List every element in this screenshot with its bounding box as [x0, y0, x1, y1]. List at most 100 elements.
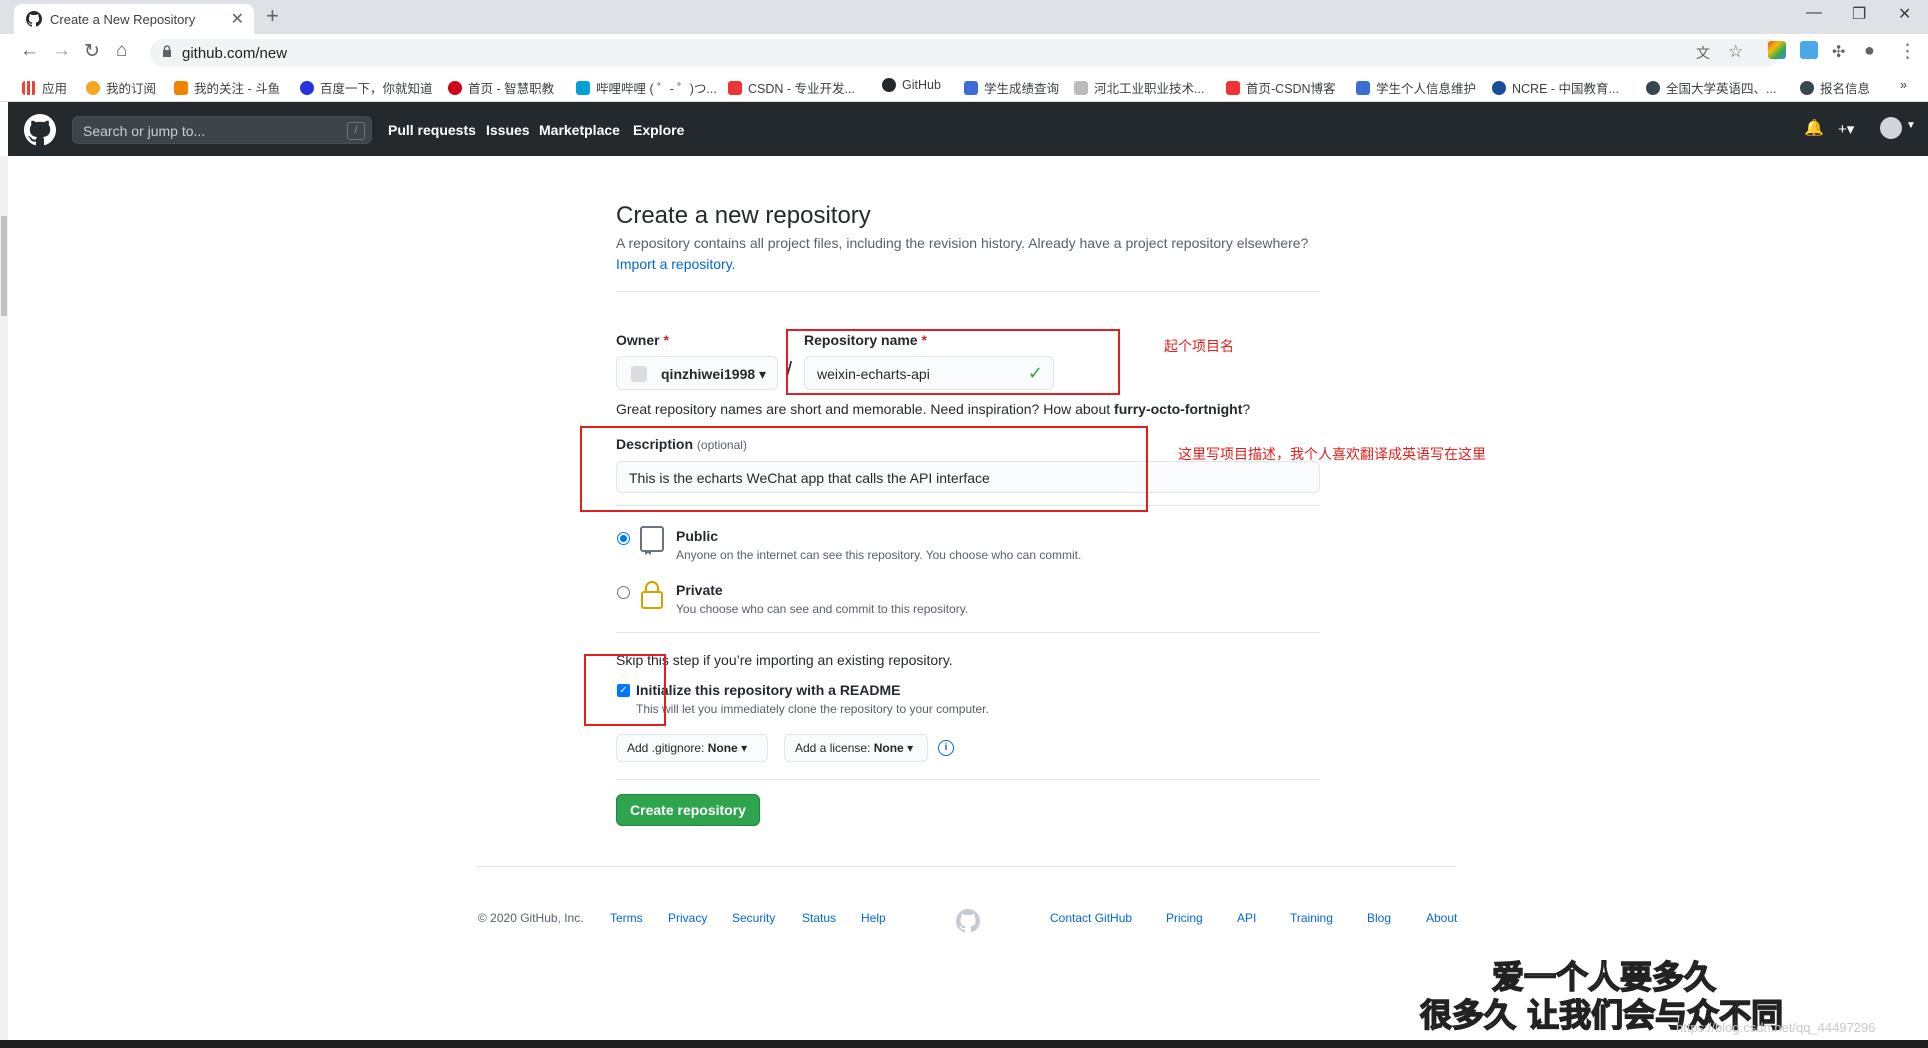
browser-tab[interactable]: Create a New Repository ✕	[14, 4, 254, 34]
github-favicon-icon	[26, 11, 42, 27]
menu-dots-icon[interactable]: ⋮	[1898, 40, 1917, 63]
annotation-box-repo-name	[786, 329, 1120, 395]
minimize-icon[interactable]: —	[1806, 4, 1822, 22]
tab-title: Create a New Repository	[50, 12, 196, 27]
home-icon[interactable]: ⌂	[116, 40, 127, 62]
puzzle-icon[interactable]: ✣	[1832, 42, 1845, 62]
divider	[616, 291, 1320, 292]
readme-title: Initialize this repository with a README	[636, 682, 901, 698]
forward-icon[interactable]: →	[52, 40, 71, 62]
bookmark-item[interactable]: 报名信息	[1800, 78, 1870, 97]
reload-icon[interactable]: ↻	[84, 40, 100, 63]
restore-icon[interactable]: ❐	[1852, 4, 1866, 24]
avatar[interactable]	[1880, 117, 1902, 139]
translate-icon[interactable]: 文	[1696, 43, 1710, 63]
public-title: Public	[676, 528, 719, 544]
bookmark-icon	[1492, 80, 1506, 95]
bookmark-apps[interactable]: 应用	[22, 78, 67, 97]
search-input[interactable]: Search or jump to... /	[72, 116, 372, 144]
bookmark-icon	[448, 80, 462, 95]
bookmark-icon	[728, 80, 742, 95]
footer-link-blog[interactable]: Blog	[1367, 911, 1391, 925]
bookmark-item[interactable]: 我的订阅	[86, 78, 156, 97]
extension-screen-icon[interactable]	[1800, 41, 1818, 59]
omnibox[interactable]: github.com/new 文 ☆	[150, 39, 1780, 67]
bookmark-icon	[1226, 80, 1240, 95]
license-select[interactable]: Add a license: None ▾	[784, 734, 928, 762]
public-radio[interactable]	[617, 532, 630, 545]
owner-select[interactable]: qinzhiwei1998 ▾	[616, 356, 778, 390]
watermark-url: https://blog.csdn.net/qq_44497296	[1676, 1020, 1876, 1035]
new-tab-icon[interactable]: +	[266, 3, 279, 29]
name-suggestion[interactable]: furry-octo-fortnight	[1114, 401, 1242, 417]
info-icon[interactable]: i	[938, 740, 954, 756]
footer-link-status[interactable]: Status	[802, 911, 836, 925]
footer-copyright: © 2020 GitHub, Inc.	[478, 911, 584, 925]
url-text: github.com/new	[182, 45, 288, 62]
owner-value: qinzhiwei1998 ▾	[661, 366, 767, 382]
bookmark-item[interactable]: 河北工业职业技术...	[1074, 78, 1204, 97]
bookmark-item[interactable]: 全国大学英语四、...	[1646, 78, 1776, 97]
github-logo-icon[interactable]	[24, 114, 56, 146]
import-repository-link[interactable]: Import a repository.	[616, 256, 736, 272]
create-repository-button[interactable]: Create repository	[616, 794, 760, 826]
bookmark-item[interactable]: GitHub	[882, 78, 941, 92]
bookmark-item[interactable]: 哔哩哔哩 ( ゜- ゜)つ...	[576, 78, 717, 97]
annotation-box-description	[580, 426, 1148, 512]
skip-step-note: Skip this step if you’re importing an ex…	[616, 652, 953, 668]
extension-color-icon[interactable]	[1768, 41, 1786, 59]
scrollbar-thumb[interactable]	[1, 216, 7, 316]
footer-link-privacy[interactable]: Privacy	[668, 911, 707, 925]
chevron-down-icon[interactable]: ▼	[1906, 120, 1916, 131]
profile-icon[interactable]: ●	[1864, 40, 1875, 61]
star-icon[interactable]: ☆	[1728, 42, 1743, 62]
create-new-icon[interactable]: +▾	[1838, 120, 1854, 138]
bookmark-icon	[1800, 80, 1814, 95]
private-radio[interactable]	[617, 586, 630, 599]
bookmark-icon	[1356, 80, 1370, 95]
footer-link-api[interactable]: API	[1237, 911, 1256, 925]
nav-pull-requests[interactable]: Pull requests	[388, 122, 476, 138]
bookmark-icon	[576, 80, 590, 95]
back-icon[interactable]: ←	[20, 40, 39, 62]
bookmark-item[interactable]: 学生成绩查询	[964, 78, 1059, 97]
scrollbar[interactable]	[0, 156, 8, 1048]
footer-link-contact[interactable]: Contact GitHub	[1050, 911, 1132, 925]
nav-explore[interactable]: Explore	[633, 122, 684, 138]
nav-marketplace[interactable]: Marketplace	[539, 122, 620, 138]
owner-avatar	[631, 366, 647, 382]
footer-link-security[interactable]: Security	[732, 911, 775, 925]
bookmark-item[interactable]: NCRE - 中国教育...	[1492, 78, 1619, 97]
bookmark-icon	[882, 78, 896, 92]
github-footer-logo-icon[interactable]	[956, 909, 980, 933]
browser-tab-strip: Create a New Repository ✕ + — ❐ ✕	[0, 0, 1928, 34]
footer-link-terms[interactable]: Terms	[610, 911, 643, 925]
close-tab-icon[interactable]: ✕	[231, 9, 244, 29]
owner-label: Owner *	[616, 332, 669, 348]
footer-link-training[interactable]: Training	[1290, 911, 1333, 925]
footer-link-about[interactable]: About	[1426, 911, 1457, 925]
bookmark-item[interactable]: 学生个人信息维护	[1356, 78, 1476, 97]
footer-link-help[interactable]: Help	[861, 911, 886, 925]
address-bar-row: ← → ↻ ⌂ github.com/new 文 ☆ ✣ ● ⋮	[0, 34, 1928, 70]
bookmark-item[interactable]: 首页 - 智慧职教	[448, 78, 554, 97]
bookmark-item[interactable]: 首页-CSDN博客	[1226, 78, 1336, 97]
bookmark-icon	[964, 80, 978, 95]
footer-link-pricing[interactable]: Pricing	[1166, 911, 1203, 925]
close-window-icon[interactable]: ✕	[1898, 4, 1911, 24]
bookmark-icon	[174, 80, 188, 95]
bookmark-item[interactable]: 我的关注 - 斗鱼	[174, 78, 280, 97]
bookmark-icon	[1646, 80, 1660, 95]
bell-icon[interactable]: 🔔	[1804, 118, 1824, 138]
taskbar	[0, 1040, 1928, 1048]
bookmark-item[interactable]: 百度一下，你就知道	[300, 78, 433, 97]
bookmark-item[interactable]: CSDN - 专业开发...	[728, 78, 855, 97]
nav-issues[interactable]: Issues	[486, 122, 530, 138]
gitignore-select[interactable]: Add .gitignore: None ▾	[616, 734, 768, 762]
divider	[616, 632, 1320, 633]
github-header: Search or jump to... / Pull requests Iss…	[8, 102, 1928, 156]
private-description: You choose who can see and commit to thi…	[676, 602, 969, 616]
bookmark-icon	[300, 80, 314, 95]
page-title: Create a new repository	[616, 202, 871, 229]
more-bookmarks-icon[interactable]: »	[1900, 78, 1907, 92]
